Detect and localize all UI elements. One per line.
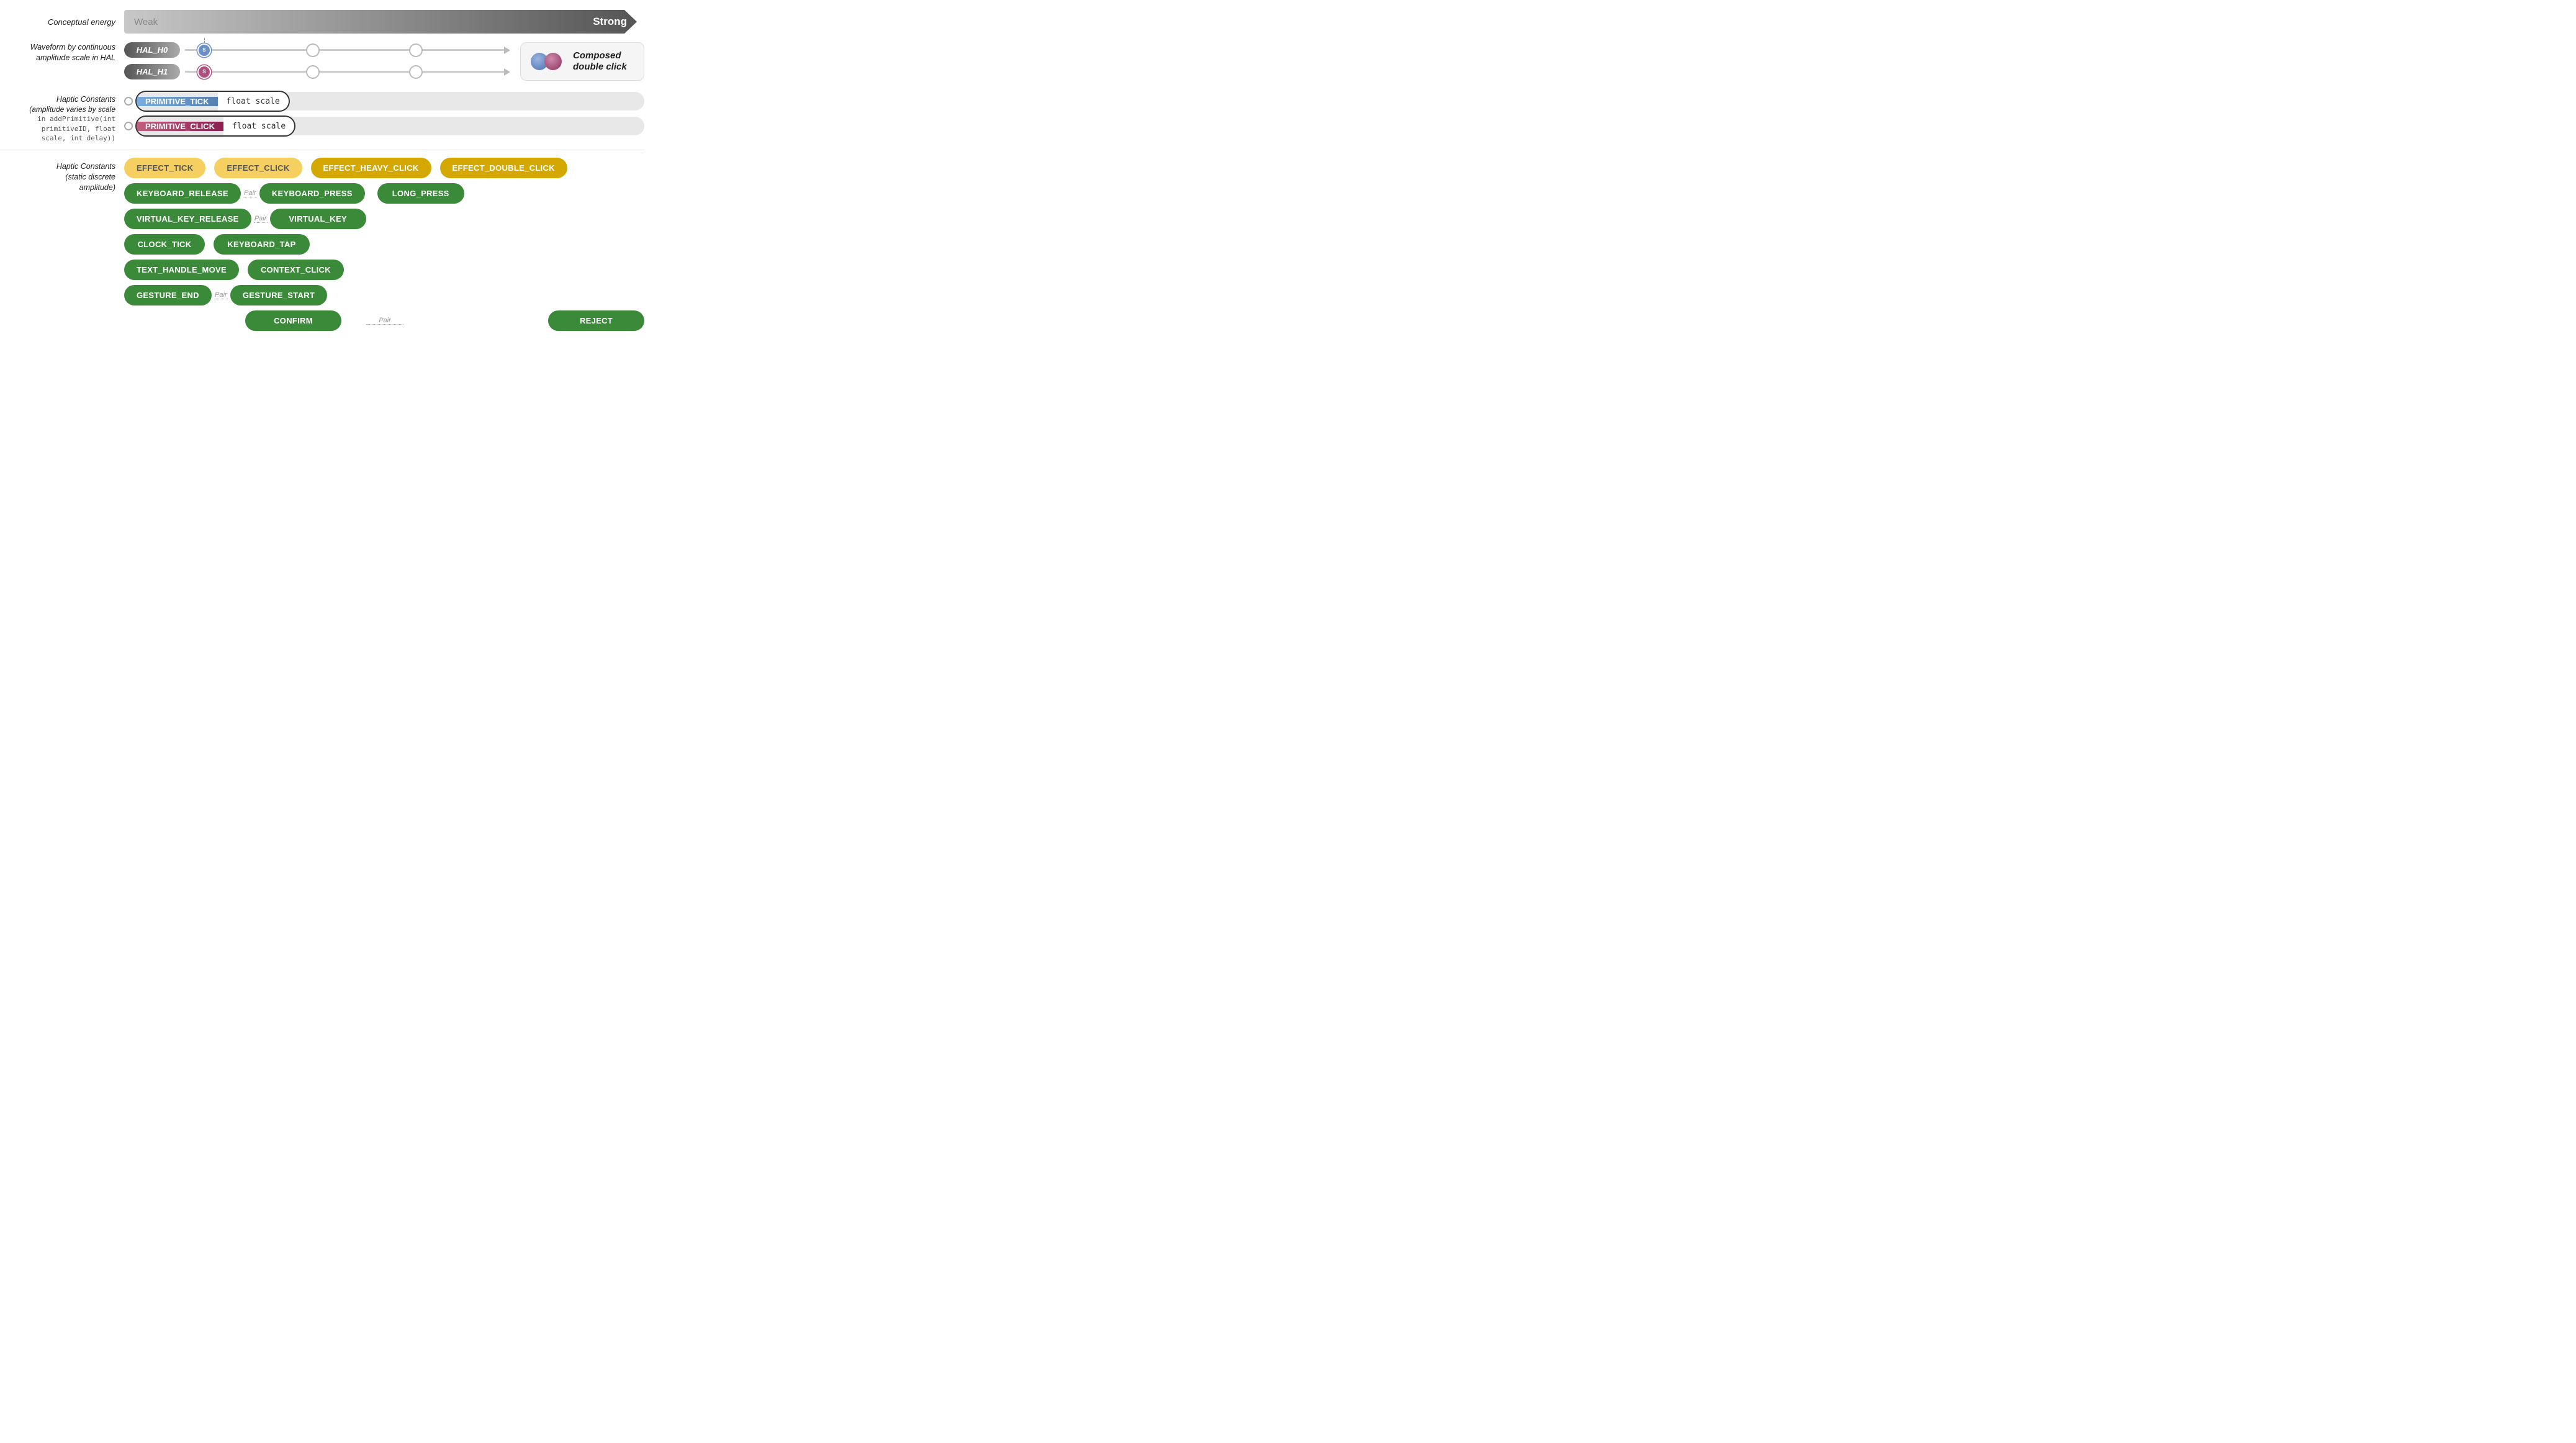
clock-tick-btn[interactable]: CLOCK_TICK bbox=[124, 234, 205, 255]
pair-connector-2: Pair bbox=[254, 215, 268, 223]
primitive-tick-param: float scale bbox=[218, 92, 289, 111]
effect-tick-btn[interactable]: EFFECT_TICK bbox=[124, 158, 205, 178]
hal-rows-area: HAL_H0 S HAL_H1 bbox=[124, 42, 510, 86]
reject-btn[interactable]: REJECT bbox=[548, 310, 644, 331]
page: Conceptual energy Weak Strong Waveform b… bbox=[0, 0, 644, 341]
composed-double-click-label: Composeddouble click bbox=[573, 50, 627, 73]
confirm-reject-row: CONFIRM Pair REJECT bbox=[124, 310, 644, 331]
hal-h1-track: S bbox=[185, 71, 505, 73]
hal-h1-start-dot: S bbox=[197, 65, 211, 79]
pair-connector-4: Pair bbox=[366, 317, 403, 325]
keyboard-release-btn[interactable]: KEYBOARD_RELEASE bbox=[124, 183, 241, 204]
gesture-row: GESTURE_END Pair GESTURE_START bbox=[124, 285, 644, 305]
constants-grid: EFFECT_TICK EFFECT_CLICK EFFECT_HEAVY_CL… bbox=[124, 158, 644, 331]
hal-h0-mid-dot bbox=[306, 43, 320, 57]
text-context-row: TEXT_HANDLE_MOVE CONTEXT_CLICK bbox=[124, 260, 644, 280]
effect-double-click-btn[interactable]: EFFECT_DOUBLE_CLICK bbox=[440, 158, 567, 178]
virtual-key-btn[interactable]: VIRTUAL_KEY bbox=[270, 209, 366, 229]
primitive-click-radio[interactable] bbox=[124, 122, 133, 130]
virtual-key-row: VIRTUAL_KEY_RELEASE Pair VIRTUAL_KEY bbox=[124, 209, 644, 229]
energy-strong-label: Strong bbox=[593, 16, 627, 28]
pair-label-2: Pair bbox=[254, 215, 267, 222]
hal-h0-end-dot bbox=[409, 43, 423, 57]
primitive-click-name: PRIMITIVE_CLICK bbox=[137, 122, 223, 131]
pair-label-1: Pair bbox=[244, 189, 256, 197]
primitive-click-track: PRIMITIVE_CLICK float scale bbox=[137, 117, 644, 135]
keyboard-press-btn[interactable]: KEYBOARD_PRESS bbox=[259, 183, 365, 204]
primitive-click-row: PRIMITIVE_CLICK float scale bbox=[124, 117, 644, 135]
section-divider bbox=[0, 150, 644, 151]
confirm-btn[interactable]: CONFIRM bbox=[245, 310, 341, 331]
hal-h1-chip: HAL_H1 bbox=[124, 64, 180, 79]
energy-bar: Weak Strong bbox=[124, 10, 637, 34]
hal-h0-start-dot: S bbox=[197, 43, 211, 57]
constants-label: Haptic Constants (static discrete amplit… bbox=[0, 158, 124, 193]
hal-h1-arrow bbox=[504, 68, 510, 76]
energy-weak-label: Weak bbox=[134, 17, 158, 27]
pair-connector-1: Pair bbox=[243, 189, 257, 197]
primitive-tick-row: PRIMITIVE_TICK float scale bbox=[124, 92, 644, 111]
energy-label: Conceptual energy bbox=[0, 17, 124, 27]
gesture-end-btn[interactable]: GESTURE_END bbox=[124, 285, 212, 305]
hal-h0-arrow bbox=[504, 47, 510, 54]
pair-line-4 bbox=[366, 324, 403, 325]
primitive-click-param: float scale bbox=[223, 117, 294, 135]
keyboard-row: KEYBOARD_RELEASE Pair KEYBOARD_PRESS LON… bbox=[124, 183, 644, 204]
pair-label-4: Pair bbox=[379, 317, 391, 324]
primitives-label: Haptic Constants (amplitude varies by sc… bbox=[0, 92, 124, 143]
energy-row: Conceptual energy Weak Strong bbox=[0, 10, 644, 34]
effect-click-btn[interactable]: EFFECT_CLICK bbox=[214, 158, 302, 178]
gesture-start-btn[interactable]: GESTURE_START bbox=[230, 285, 327, 305]
pair-connector-3: Pair bbox=[214, 291, 228, 299]
waveform-label: Waveform by continuous amplitude scale i… bbox=[0, 42, 124, 63]
hal-h1-end-dot bbox=[409, 65, 423, 79]
primitive-tick-track: PRIMITIVE_TICK float scale bbox=[137, 92, 644, 111]
primitives-section: Haptic Constants (amplitude varies by sc… bbox=[0, 92, 644, 143]
effect-heavy-click-btn[interactable]: EFFECT_HEAVY_CLICK bbox=[311, 158, 431, 178]
hal-h1-row: HAL_H1 S bbox=[124, 64, 510, 79]
pair-line-2 bbox=[254, 222, 268, 223]
long-press-btn[interactable]: LONG_PRESS bbox=[377, 183, 464, 204]
keyboard-tap-btn[interactable]: KEYBOARD_TAP bbox=[214, 234, 310, 255]
legend-circle-pink bbox=[544, 53, 562, 70]
clock-tap-row: CLOCK_TICK KEYBOARD_TAP bbox=[124, 234, 644, 255]
hal-h0-chip: HAL_H0 bbox=[124, 42, 180, 58]
primitive-tick-name: PRIMITIVE_TICK bbox=[137, 97, 218, 106]
primitive-tick-pill: PRIMITIVE_TICK float scale bbox=[137, 92, 289, 111]
hal-h0-row: HAL_H0 S bbox=[124, 42, 510, 58]
primitive-rows: PRIMITIVE_TICK float scale PRIMITIVE_CLI… bbox=[124, 92, 644, 142]
pair-label-3: Pair bbox=[215, 291, 227, 299]
text-handle-move-btn[interactable]: TEXT_HANDLE_MOVE bbox=[124, 260, 239, 280]
context-click-btn[interactable]: CONTEXT_CLICK bbox=[248, 260, 344, 280]
composed-legend: Composeddouble click bbox=[520, 42, 644, 81]
legend-circles bbox=[531, 53, 562, 70]
hal-h0-track: S bbox=[185, 49, 505, 51]
virtual-key-release-btn[interactable]: VIRTUAL_KEY_RELEASE bbox=[124, 209, 251, 229]
hal-h1-mid-dot bbox=[306, 65, 320, 79]
constants-section: Haptic Constants (static discrete amplit… bbox=[0, 158, 644, 331]
primitive-click-pill: PRIMITIVE_CLICK float scale bbox=[137, 117, 294, 135]
primitive-tick-radio[interactable] bbox=[124, 97, 133, 106]
effects-row: EFFECT_TICK EFFECT_CLICK EFFECT_HEAVY_CL… bbox=[124, 158, 644, 178]
